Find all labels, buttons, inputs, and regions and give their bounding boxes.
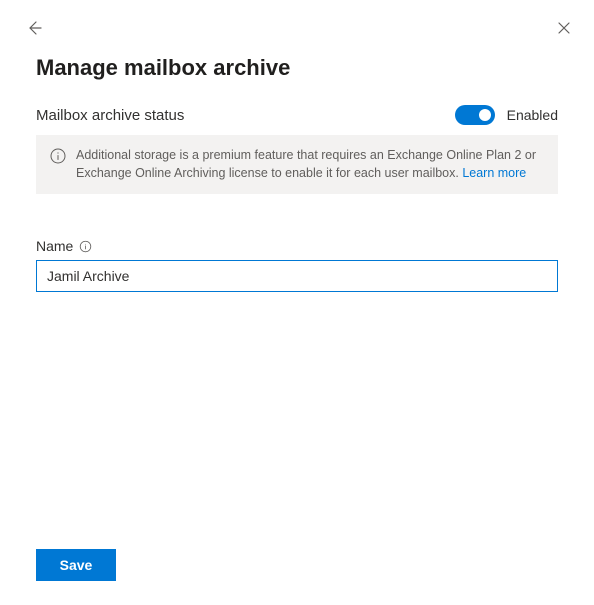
archive-name-input[interactable]	[36, 260, 558, 292]
info-banner: Additional storage is a premium feature …	[36, 135, 558, 194]
close-button[interactable]	[552, 16, 576, 43]
archive-toggle-group: Enabled	[455, 105, 558, 125]
learn-more-link[interactable]: Learn more	[462, 166, 526, 180]
archive-toggle[interactable]	[455, 105, 495, 125]
page-title: Manage mailbox archive	[36, 55, 558, 81]
info-icon	[50, 148, 66, 164]
toggle-knob	[479, 109, 491, 121]
close-icon	[556, 20, 572, 39]
name-label-row: Name	[36, 238, 558, 254]
info-icon[interactable]	[79, 240, 92, 253]
archive-status-label: Mailbox archive status	[36, 107, 184, 124]
name-label: Name	[36, 238, 73, 254]
save-button[interactable]: Save	[36, 549, 116, 581]
archive-status-row: Mailbox archive status Enabled	[36, 105, 558, 125]
info-text: Additional storage is a premium feature …	[76, 147, 544, 182]
archive-toggle-state: Enabled	[507, 107, 558, 123]
arrow-left-icon	[26, 20, 42, 39]
back-button[interactable]	[22, 16, 46, 43]
